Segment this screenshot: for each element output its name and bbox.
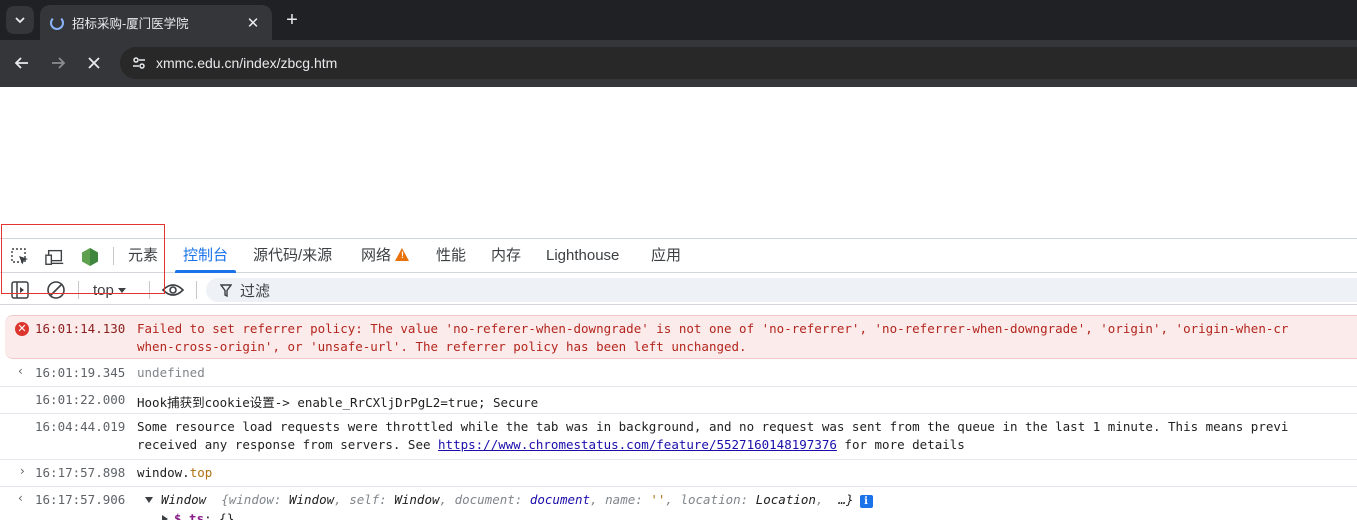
arrow-left-icon — [14, 57, 28, 69]
forward-button[interactable] — [44, 49, 72, 77]
tab-sources[interactable]: 源代码/来源 — [253, 239, 332, 273]
tab-title: 招标采购-厦门医学院 — [72, 17, 189, 31]
tab-sources-label: 源代码/来源 — [253, 247, 333, 264]
site-info-icon[interactable] — [124, 47, 154, 79]
console-input-row[interactable]: › 16:17:57.898 window.top — [0, 460, 1357, 486]
context-label: top — [93, 281, 114, 299]
tab-memory[interactable]: 内存 — [491, 239, 521, 273]
browser-tab[interactable]: 招标采购-厦门医学院 ✕ — [40, 5, 272, 40]
property-name: $_ts — [174, 511, 205, 520]
arrow-right-icon — [52, 57, 66, 69]
result-value: undefined — [137, 365, 205, 380]
browser-toolbar: xmmc.edu.cn/index/zbcg.htm — [0, 40, 1357, 87]
log-message-line: received any response from servers. See … — [137, 437, 965, 452]
new-tab-button[interactable]: + — [280, 8, 304, 32]
result-arrow-icon: ‹ — [18, 491, 23, 505]
tab-lighthouse[interactable]: Lighthouse — [546, 239, 619, 273]
expand-triangle-icon[interactable] — [162, 515, 168, 520]
tab-search-button[interactable] — [6, 6, 34, 34]
object-preview[interactable]: Window {window: Window, self: Window, do… — [145, 492, 873, 508]
sidebar-toggle-icon[interactable] — [9, 279, 31, 301]
input-expression: window.top — [137, 465, 212, 480]
preview-value: Window — [288, 492, 335, 507]
console-result-row[interactable]: ‹ 16:17:57.906 Window {window: Window, s… — [0, 487, 1357, 520]
inspect-element-icon[interactable] — [10, 247, 30, 267]
console-log-row[interactable]: 16:01:22.000 Hook捕获到cookie设置-> enable_Rr… — [0, 387, 1357, 413]
error-x-icon: ✕ — [15, 322, 29, 336]
brace: { — [221, 492, 229, 507]
address-bar[interactable]: xmmc.edu.cn/index/zbcg.htm — [120, 47, 1357, 79]
expression-property: top — [189, 465, 213, 480]
timestamp: 16:01:19.345 — [35, 365, 126, 380]
timestamp: 16:04:44.019 — [35, 419, 126, 434]
url-text: xmmc.edu.cn/index/zbcg.htm — [156, 55, 338, 71]
preview-key: self — [349, 492, 380, 507]
chromestatus-link[interactable]: https://www.chromestatus.com/feature/552… — [438, 437, 837, 452]
preview-value: Window — [394, 492, 440, 507]
log-text: received any response from servers. See — [137, 437, 439, 452]
preview-value: Location — [755, 492, 816, 507]
live-expression-eye-icon[interactable] — [162, 279, 184, 301]
tab-network-label: 网络 — [361, 247, 392, 264]
info-icon[interactable]: i — [859, 495, 873, 508]
devtools-tab-bar: 元素 控制台 源代码/来源 网络! 性能 内存 Lighthouse 应用 — [0, 239, 1357, 273]
device-toolbar-icon[interactable] — [45, 247, 65, 267]
toolbar-divider — [113, 247, 114, 265]
toolbar-divider — [196, 281, 197, 299]
chevron-down-icon — [15, 17, 25, 24]
error-message-line: when-cross-origin', or 'unsafe-url'. The… — [137, 339, 747, 354]
preview-value: document — [529, 492, 591, 507]
preview-key: window — [228, 492, 274, 507]
console-result-row[interactable]: ‹ 16:01:19.345 undefined — [0, 360, 1357, 386]
tab-application[interactable]: 应用 — [651, 239, 681, 273]
filter-placeholder: 过滤 — [240, 282, 271, 300]
timestamp: 16:01:22.000 — [35, 392, 126, 407]
loading-spinner-icon — [50, 15, 64, 30]
preview-key: document — [454, 492, 515, 507]
tab-network[interactable]: 网络! — [361, 239, 410, 273]
devtools-panel: 元素 控制台 源代码/来源 网络! 性能 内存 Lighthouse 应用 to… — [0, 238, 1357, 520]
expression-object: window. — [137, 465, 190, 480]
node-js-icon[interactable] — [80, 247, 100, 267]
stop-loading-button[interactable] — [80, 49, 108, 77]
preview-ellipsis: …} — [838, 492, 854, 507]
console-messages: ✕ 16:01:14.130 Failed to set referrer po… — [0, 306, 1357, 520]
tab-strip: 招标采购-厦门医学院 ✕ + — [0, 0, 1357, 40]
tab-elements[interactable]: 元素 — [128, 239, 158, 273]
filter-funnel-icon — [220, 283, 232, 297]
timestamp: 16:17:57.906 — [35, 492, 126, 507]
console-filter-input[interactable]: 过滤 — [206, 278, 1357, 302]
log-message-line: Some resource load requests were throttl… — [137, 419, 1289, 434]
toolbar-divider — [149, 281, 150, 299]
expand-triangle-icon[interactable] — [145, 497, 153, 503]
log-text: for more details — [836, 437, 965, 452]
page-viewport — [0, 87, 1357, 238]
preview-key: location — [680, 492, 741, 507]
close-tab-icon[interactable]: ✕ — [244, 14, 262, 32]
console-log-row[interactable]: 16:04:44.019 Some resource load requests… — [0, 414, 1357, 459]
back-button[interactable] — [8, 49, 36, 77]
timestamp: 16:17:57.898 — [35, 465, 126, 480]
log-message: Hook捕获到cookie设置-> enable_RrCXljDrPgL2=tr… — [137, 395, 539, 410]
console-error-row[interactable]: ✕ 16:01:14.130 Failed to set referrer po… — [5, 315, 1357, 359]
object-child-property[interactable]: $_ts: {} — [162, 511, 234, 520]
console-toolbar: top 过滤 — [0, 274, 1357, 305]
context-selector[interactable]: top — [93, 279, 126, 301]
timestamp: 16:01:14.130 — [35, 321, 126, 336]
tab-console[interactable]: 控制台 — [174, 239, 237, 273]
error-message-line: Failed to set referrer policy: The value… — [137, 321, 1289, 336]
object-label: Window — [161, 492, 207, 507]
property-value: {} — [219, 511, 235, 520]
toolbar-divider — [78, 281, 79, 299]
close-icon — [88, 57, 100, 69]
preview-key: name — [605, 492, 636, 507]
caret-down-icon — [117, 287, 126, 293]
tab-performance[interactable]: 性能 — [436, 239, 466, 273]
warning-icon: ! — [395, 248, 410, 261]
input-prompt-icon: › — [20, 464, 25, 478]
preview-value: '' — [650, 492, 666, 507]
clear-console-icon[interactable] — [45, 279, 67, 301]
result-arrow-icon: ‹ — [18, 364, 23, 378]
